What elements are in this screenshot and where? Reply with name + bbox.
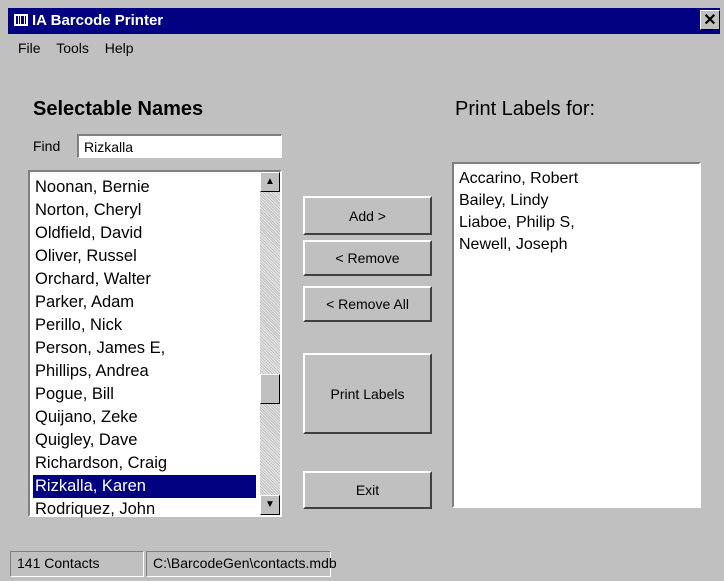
close-button[interactable]: ✕ (700, 10, 720, 30)
selectable-names-items: Noonan, Bernie Norton, Cheryl Oldfield, Da… (33, 176, 256, 521)
find-input[interactable] (77, 134, 282, 158)
menu-help[interactable]: Help (105, 40, 134, 56)
exit-button[interactable]: Exit (303, 471, 432, 509)
list-item[interactable]: Noonan, Bernie (33, 176, 256, 199)
print-labels-button[interactable]: Print Labels (303, 353, 432, 434)
list-item[interactable]: Perillo, Nick (33, 314, 256, 337)
list-item[interactable]: Liaboe, Philip S, (457, 212, 696, 234)
list-item[interactable]: Quigley, Dave (33, 429, 256, 452)
list-item[interactable]: Orchard, Walter (33, 268, 256, 291)
add-button[interactable]: Add > (303, 196, 432, 235)
app-window: IA Barcode Printer ✕ File Tools Help Sel… (0, 0, 724, 581)
close-icon: ✕ (703, 12, 717, 29)
list-item[interactable]: Accarino, Robert (457, 168, 696, 190)
list-item[interactable]: Rizkalla, Karen (33, 475, 256, 498)
print-labels-items: Accarino, Robert Bailey, Lindy Liaboe, Phi… (457, 168, 696, 256)
list-item[interactable]: Quijano, Zeke (33, 406, 256, 429)
list-item[interactable]: Oldfield, David (33, 222, 256, 245)
app-icon (14, 14, 28, 26)
scroll-thumb[interactable] (260, 374, 280, 404)
list-scrollbar[interactable]: ▲ ▼ (260, 172, 280, 515)
contact-count-status: 141 Contacts (10, 551, 144, 577)
list-item[interactable]: Bailey, Lindy (457, 190, 696, 212)
menu-bar: File Tools Help (18, 40, 146, 56)
list-item[interactable]: Oliver, Russel (33, 245, 256, 268)
print-labels-list[interactable]: Accarino, Robert Bailey, Lindy Liaboe, Phi… (452, 162, 701, 508)
remove-button[interactable]: < Remove (303, 240, 432, 276)
database-path-status: C:\BarcodeGen\contacts.mdb (146, 551, 337, 577)
selectable-names-list[interactable]: Noonan, Bernie Norton, Cheryl Oldfield, Da… (28, 170, 282, 518)
arrow-down-icon: ▼ (265, 499, 275, 510)
list-item[interactable]: Phillips, Andrea (33, 360, 256, 383)
remove-all-button[interactable]: < Remove All (303, 286, 432, 322)
list-item[interactable]: Pogue, Bill (33, 383, 256, 406)
menu-tools[interactable]: Tools (56, 40, 89, 56)
menu-file[interactable]: File (18, 40, 41, 56)
list-item[interactable]: Person, James E, (33, 337, 256, 360)
selectable-names-heading: Selectable Names (33, 98, 204, 120)
scroll-down-button[interactable]: ▼ (260, 495, 280, 515)
scroll-up-button[interactable]: ▲ (260, 172, 280, 192)
list-item[interactable]: Rodriquez, John (33, 498, 256, 521)
window-title: IA Barcode Printer (32, 12, 164, 29)
list-item[interactable]: Norton, Cheryl (33, 199, 256, 222)
arrow-up-icon: ▲ (265, 176, 275, 187)
title-bar: IA Barcode Printer ✕ (8, 8, 720, 34)
find-label: Find (33, 138, 61, 154)
list-item[interactable]: Richardson, Craig (33, 452, 256, 475)
list-item[interactable]: Newell, Joseph (457, 234, 696, 256)
list-item[interactable]: Parker, Adam (33, 291, 256, 314)
print-labels-heading: Print Labels for: (455, 98, 596, 120)
